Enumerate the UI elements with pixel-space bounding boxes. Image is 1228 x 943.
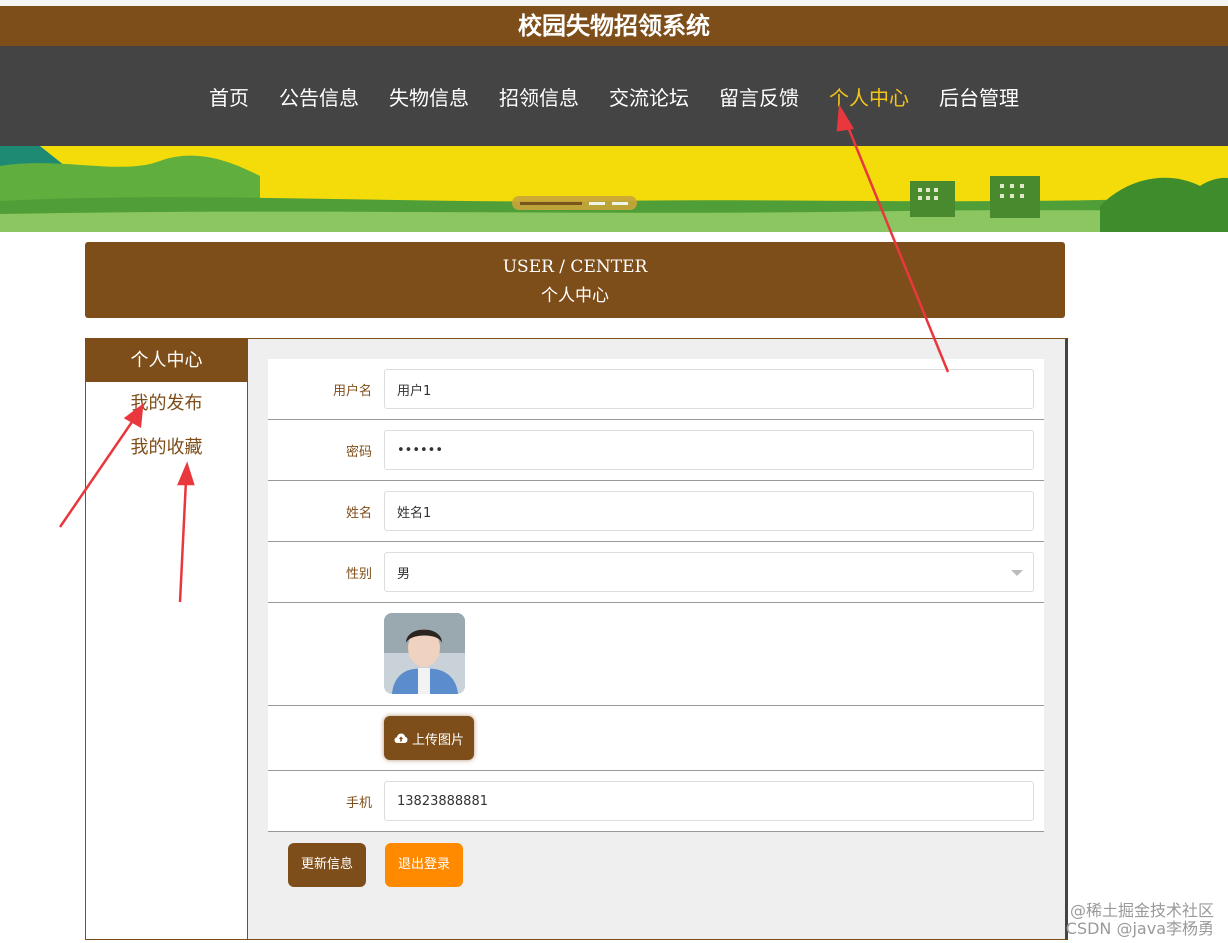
username-label: 用户名 bbox=[332, 383, 372, 399]
upload-image-button[interactable]: 上传图片 bbox=[384, 716, 475, 760]
gender-label: 性别 bbox=[345, 566, 372, 582]
sidebar-item-my-posts[interactable]: 我的发布 bbox=[86, 382, 247, 426]
banner-carousel bbox=[0, 146, 1228, 232]
phone-input[interactable]: 13823888881 bbox=[384, 781, 1034, 821]
form-row-username: 用户名 用户1 bbox=[268, 359, 1044, 420]
sidebar-header[interactable]: 个人中心 bbox=[86, 339, 247, 382]
main-nav: 首页 公告信息 失物信息 招领信息 交流论坛 留言反馈 个人中心 后台管理 bbox=[0, 46, 1228, 146]
carousel-dot[interactable] bbox=[520, 202, 582, 205]
nav-announcements[interactable]: 公告信息 bbox=[279, 82, 359, 111]
nav-forum[interactable]: 交流论坛 bbox=[609, 82, 689, 111]
site-title: 校园失物招领系统 bbox=[518, 12, 710, 40]
sidebar-item-my-favorites[interactable]: 我的收藏 bbox=[86, 426, 247, 470]
avatar bbox=[384, 613, 465, 694]
carousel-dot[interactable] bbox=[589, 202, 605, 205]
form-row-name: 姓名 姓名1 bbox=[268, 481, 1044, 542]
form-row-upload: 上传图片 bbox=[268, 706, 1044, 771]
phone-label: 手机 bbox=[345, 795, 372, 811]
cloud-upload-icon bbox=[394, 733, 408, 743]
upload-button-label: 上传图片 bbox=[412, 732, 465, 748]
avatar-image bbox=[384, 613, 465, 694]
user-center-panel: 个人中心 我的发布 我的收藏 用户名 用户1 密码 •••••• 姓名 姓名1 … bbox=[85, 338, 1068, 940]
nav-found-items[interactable]: 招领信息 bbox=[499, 82, 579, 111]
nav-lost-items[interactable]: 失物信息 bbox=[389, 82, 469, 111]
nav-home[interactable]: 首页 bbox=[209, 82, 249, 111]
nav-admin[interactable]: 后台管理 bbox=[939, 82, 1019, 111]
carousel-indicator[interactable] bbox=[512, 196, 637, 210]
logout-button[interactable]: 退出登录 bbox=[385, 843, 463, 887]
gender-selected-value: 男 bbox=[397, 566, 411, 582]
name-input[interactable]: 姓名1 bbox=[384, 491, 1034, 531]
form-row-phone: 手机 13823888881 bbox=[268, 771, 1044, 832]
banner-illustration bbox=[0, 146, 1228, 232]
section-title-en: USER / CENTER bbox=[502, 257, 648, 277]
carousel-dot[interactable] bbox=[612, 202, 628, 205]
name-label: 姓名 bbox=[345, 505, 372, 521]
watermark-csdn: CSDN @java李杨勇 bbox=[1065, 919, 1214, 938]
section-title-cn: 个人中心 bbox=[541, 286, 609, 306]
username-input[interactable]: 用户1 bbox=[384, 369, 1034, 409]
form-row-avatar bbox=[268, 603, 1044, 706]
profile-form: 用户名 用户1 密码 •••••• 姓名 姓名1 性别 男 上传图片 手机 13… bbox=[268, 359, 1044, 832]
password-label: 密码 bbox=[345, 444, 372, 460]
update-info-button[interactable]: 更新信息 bbox=[288, 843, 366, 887]
nav-user-center[interactable]: 个人中心 bbox=[829, 82, 909, 111]
gender-select[interactable]: 男 bbox=[384, 552, 1034, 592]
nav-feedback[interactable]: 留言反馈 bbox=[719, 82, 799, 111]
password-input[interactable]: •••••• bbox=[384, 430, 1034, 470]
sidebar: 个人中心 我的发布 我的收藏 bbox=[86, 339, 248, 939]
section-header: USER / CENTER 个人中心 bbox=[85, 242, 1065, 318]
chevron-down-icon bbox=[1011, 570, 1023, 576]
form-row-gender: 性别 男 bbox=[268, 542, 1044, 603]
form-row-password: 密码 •••••• bbox=[268, 420, 1044, 481]
